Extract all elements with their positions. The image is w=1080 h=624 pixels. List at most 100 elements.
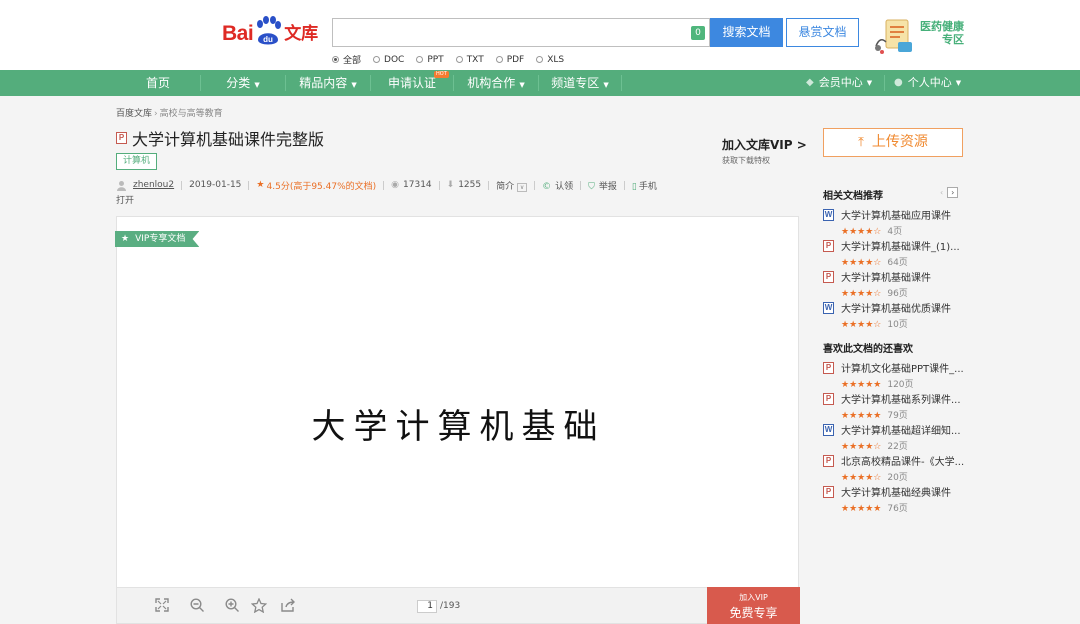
preview-toolbar: 1 /193 加入VIP 免费专享 [116, 587, 800, 624]
filter-label: DOC [384, 54, 405, 65]
nav-cooperation[interactable]: 机构合作 ▼ [454, 70, 538, 96]
zoom-out-icon[interactable] [190, 598, 205, 617]
upload-resource-button[interactable]: ⤒ 上传资源 [823, 128, 963, 157]
caret-down-icon: ▼ [351, 81, 357, 89]
upload-date: 2019-01-15 [189, 180, 242, 190]
reward-doc-button[interactable]: 悬赏文档 [786, 18, 859, 47]
liked-doc-item[interactable]: P 大学计算机基础经典课件 ★★★★★ 76页 [823, 484, 965, 514]
phone-icon: ▯ [631, 181, 637, 192]
filter-doc[interactable]: DOC [373, 53, 404, 66]
upload-arrow-icon: ⤒ [858, 135, 864, 150]
meta-divider [248, 180, 250, 190]
caret-down-icon: ▼ [866, 79, 873, 87]
filter-ppt[interactable]: PPT [416, 53, 444, 66]
mobile-open-label[interactable]: 打开 [116, 193, 134, 206]
eye-icon: ◉ [391, 180, 400, 190]
filter-label: PDF [506, 54, 525, 65]
breadcrumb-separator: › [154, 109, 158, 119]
related-doc-item[interactable]: P 大学计算机基础课件 ★★★★☆ 96页 [823, 269, 965, 299]
doc-preview[interactable]: ★ VIP专享文档 大学计算机基础 [115, 216, 799, 588]
user-avatar-icon [117, 180, 126, 191]
nav-category-label: 分类 [226, 76, 251, 90]
nav-channel-label: 频道专区 [551, 76, 600, 90]
radio-icon [495, 56, 503, 63]
filter-pdf[interactable]: PDF [495, 53, 525, 66]
liked-doc-item[interactable]: P 大学计算机基础系列课件... ★★★★★ 79页 [823, 391, 965, 421]
prev-icon[interactable]: ‹ [940, 188, 943, 197]
related-doc-title: 大学计算机基础优质课件 [841, 304, 951, 315]
rating-stars: ★★★★☆ [841, 442, 882, 452]
related-doc-item[interactable]: P 大学计算机基础课件_(1)... ★★★★☆ 64页 [823, 238, 965, 268]
rating-stars: ★★★★★ [841, 411, 882, 421]
nav-home-label: 首页 [145, 76, 170, 90]
nav-member-center[interactable]: ◆ 会员中心 ▼ [806, 70, 872, 96]
page-number-input[interactable]: 1 [417, 600, 437, 613]
also-liked-heading: 喜欢此文档的还喜欢 [823, 344, 913, 355]
nav-personal-center[interactable]: ● 个人中心 ▼ [894, 70, 961, 96]
next-icon[interactable]: › [947, 187, 959, 198]
zoom-in-icon[interactable] [225, 598, 240, 617]
meta-divider [580, 180, 582, 190]
breadcrumb-current[interactable]: 高校与高等教育 [160, 109, 223, 119]
vip-free-button[interactable]: 加入VIP 免费专享 [707, 587, 800, 624]
mobile-open-button[interactable]: ▯ 手机 [632, 179, 657, 192]
related-doc-title: 大学计算机基础应用课件 [841, 211, 951, 222]
fullscreen-icon[interactable] [155, 598, 169, 616]
nav-channel[interactable]: 频道专区 ▼ [539, 70, 621, 96]
report-button[interactable]: ⛉ 举报 [588, 179, 617, 192]
liked-doc-title: 大学计算机基础经典课件 [841, 488, 951, 499]
share-icon[interactable] [281, 598, 296, 616]
radio-icon [536, 56, 544, 63]
nav-category[interactable]: 分类 ▼ [201, 70, 285, 96]
intro-toggle[interactable]: 简介 ∨ [496, 179, 528, 192]
slide-heading: 大学计算机基础 [311, 407, 606, 447]
liked-doc-item[interactable]: P 北京高校精品课件-《大学... ★★★★☆ 20页 [823, 453, 965, 483]
related-doc-title: 大学计算机基础课件_(1)... [841, 242, 960, 253]
favorite-star-icon[interactable] [250, 597, 268, 617]
claim-button[interactable]: © 认领 [542, 179, 573, 192]
chevron-down-icon: ∨ [517, 182, 528, 192]
download-icon: ⬇ [446, 180, 455, 190]
related-doc-title: 大学计算机基础课件 [841, 273, 931, 284]
doc-tag[interactable]: 计算机 [116, 153, 158, 170]
download-count: 1255 [458, 180, 482, 190]
claim-label: 认领 [555, 181, 574, 192]
page-count: 64页 [887, 258, 908, 268]
report-label: 举报 [598, 181, 617, 192]
search-button[interactable]: 搜索文档 [710, 18, 783, 47]
search-input[interactable]: 0 [332, 18, 710, 47]
breadcrumb-root[interactable]: 百度文库 [116, 109, 152, 119]
ppt-file-icon: P [823, 239, 834, 252]
health-zone-banner[interactable]: 医药健康 专区 [872, 16, 964, 56]
related-doc-item[interactable]: W 大学计算机基础应用课件 ★★★★☆ 4页 [823, 207, 965, 237]
filter-txt[interactable]: TXT [455, 53, 484, 66]
author-link[interactable]: zhenlou2 [133, 180, 174, 190]
page-count: 96页 [887, 289, 908, 299]
hot-badge: HOT [434, 71, 449, 78]
doc-meta: zhenlou2 2019-01-15 ★ 4.5分(高于95.47%的文档) … [116, 179, 657, 192]
filter-label: XLS [547, 54, 565, 65]
join-vip-link[interactable]: 加入文库VIP > 获取下载特权 [722, 136, 807, 166]
liked-doc-title: 大学计算机基础系列课件... [841, 395, 961, 406]
nav-personal-center-label: 个人中心 [907, 76, 952, 89]
meta-divider [438, 180, 440, 190]
liked-doc-title: 大学计算机基础超详细知... [841, 426, 961, 437]
filter-all[interactable]: 全部 [332, 53, 361, 66]
baidu-wenku-logo[interactable]: Bai du 文库 [222, 14, 318, 48]
intro-label: 简介 [496, 181, 515, 192]
rating-stars: ★★★★☆ [841, 289, 882, 299]
vip-free-line1: 加入VIP [739, 593, 768, 602]
page-count: 4页 [887, 227, 903, 237]
page-count: 76页 [887, 504, 908, 514]
ppt-file-icon: P [116, 132, 127, 144]
search-count-badge: 0 [691, 26, 705, 40]
related-docs-heading: 相关文档推荐 [823, 191, 883, 202]
meta-divider [623, 180, 625, 190]
filter-xls[interactable]: XLS [536, 53, 564, 66]
nav-premium[interactable]: 精品内容 ▼ [286, 70, 370, 96]
filter-label: PPT [427, 54, 444, 65]
related-doc-item[interactable]: W 大学计算机基础优质课件 ★★★★☆ 10页 [823, 300, 965, 330]
nav-home[interactable]: 首页 [116, 70, 200, 96]
liked-doc-item[interactable]: W 大学计算机基础超详细知... ★★★★☆ 22页 [823, 422, 965, 452]
liked-doc-item[interactable]: P 计算机文化基础PPT课件_... ★★★★★ 120页 [823, 360, 965, 390]
